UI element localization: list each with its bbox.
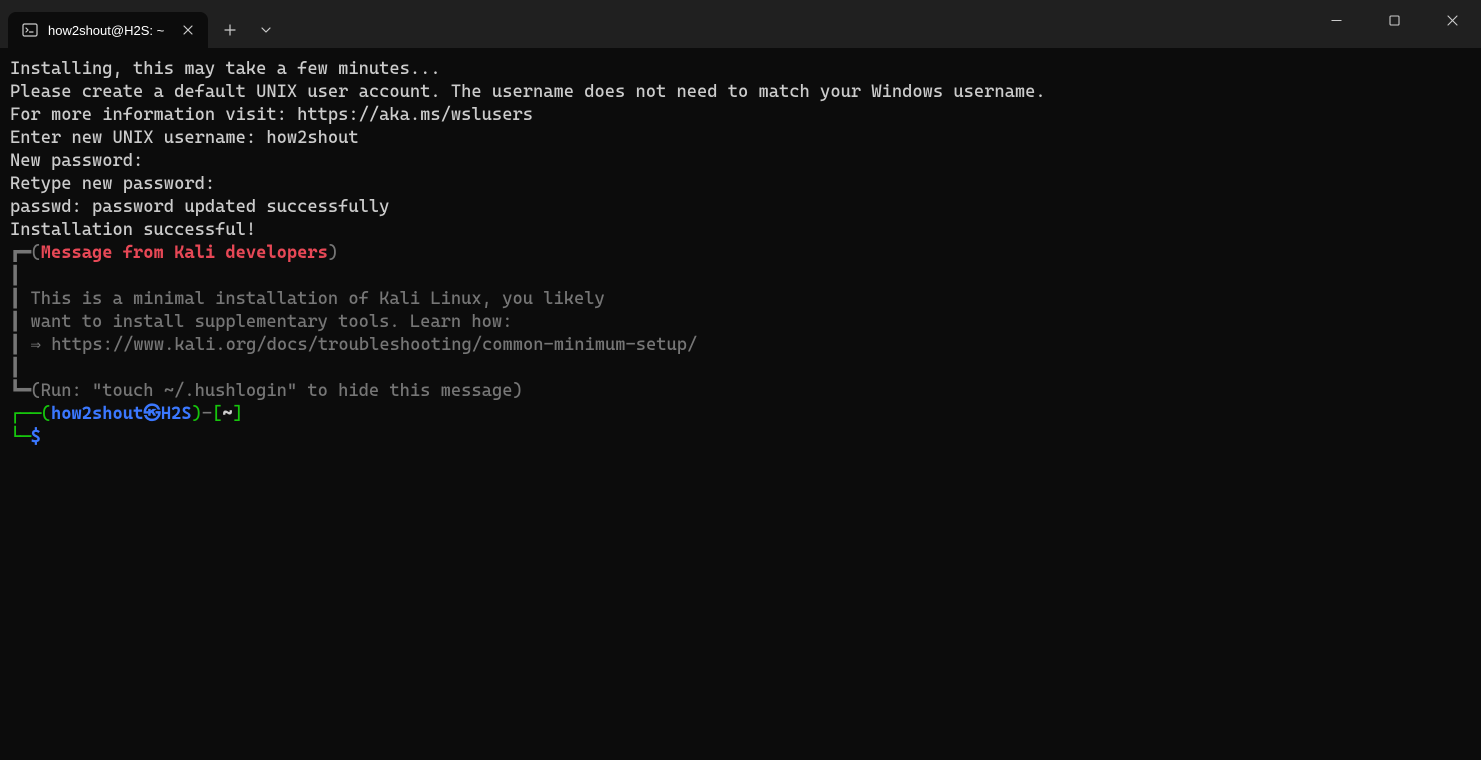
prompt-paren: ( [41, 404, 51, 424]
prompt-user: how2shout [51, 404, 143, 424]
prompt-dollar: $ [31, 427, 41, 447]
box-header: Message from Kali developers [41, 243, 328, 263]
tab-controls [212, 12, 284, 48]
output-line: Installing, this may take a few minutes.… [10, 59, 441, 79]
box-border: ┃ [10, 358, 20, 378]
output-line: Installation successful! [10, 220, 256, 240]
prompt-path: ~ [222, 404, 232, 424]
prompt-bracket: ] [233, 404, 243, 424]
tabs-area: how2shout@H2S: ~ [0, 0, 1307, 48]
box-border: ┃ [10, 266, 20, 286]
maximize-button[interactable] [1365, 0, 1423, 40]
box-footer: Run: "touch ~/.hushlogin" to hide this m… [41, 381, 513, 401]
output-line: New password: [10, 151, 143, 171]
close-window-button[interactable] [1423, 0, 1481, 40]
box-message: ┃ want to install supplementary tools. L… [10, 312, 512, 332]
prompt-symbol: ㉿ [143, 404, 161, 424]
box-border: ┏━( [10, 243, 41, 263]
prompt-corner: └─ [10, 427, 31, 447]
box-message: ┃ ⇒ https://www.kali.org/docs/troublesho… [10, 335, 697, 355]
tab-dropdown-button[interactable] [248, 12, 284, 48]
box-message: ┃ This is a minimal installation of Kali… [10, 289, 605, 309]
output-line: For more information visit: https://aka.… [10, 105, 533, 125]
box-border: ) [512, 381, 522, 401]
terminal-output[interactable]: Installing, this may take a few minutes.… [0, 48, 1481, 459]
prompt-bracket: [ [212, 404, 222, 424]
output-line: passwd: password updated successfully [10, 197, 389, 217]
prompt-corner: ┌── [10, 404, 41, 424]
box-border: ) [328, 243, 338, 263]
tab-title: how2shout@H2S: ~ [48, 23, 168, 38]
active-tab[interactable]: how2shout@H2S: ~ [8, 12, 208, 48]
output-line: Enter new UNIX username: [10, 128, 266, 148]
titlebar: how2shout@H2S: ~ [0, 0, 1481, 48]
window-controls [1307, 0, 1481, 40]
prompt-host: H2S [161, 404, 192, 424]
prompt-dash: - [202, 404, 212, 424]
close-tab-icon[interactable] [178, 20, 198, 40]
prompt-paren: ) [192, 404, 202, 424]
username-input-value: how2shout [266, 128, 358, 148]
minimize-button[interactable] [1307, 0, 1365, 40]
new-tab-button[interactable] [212, 12, 248, 48]
terminal-icon [22, 22, 38, 38]
output-line: Retype new password: [10, 174, 215, 194]
box-border: ┗━( [10, 381, 41, 401]
output-line: Please create a default UNIX user accoun… [10, 82, 1046, 102]
